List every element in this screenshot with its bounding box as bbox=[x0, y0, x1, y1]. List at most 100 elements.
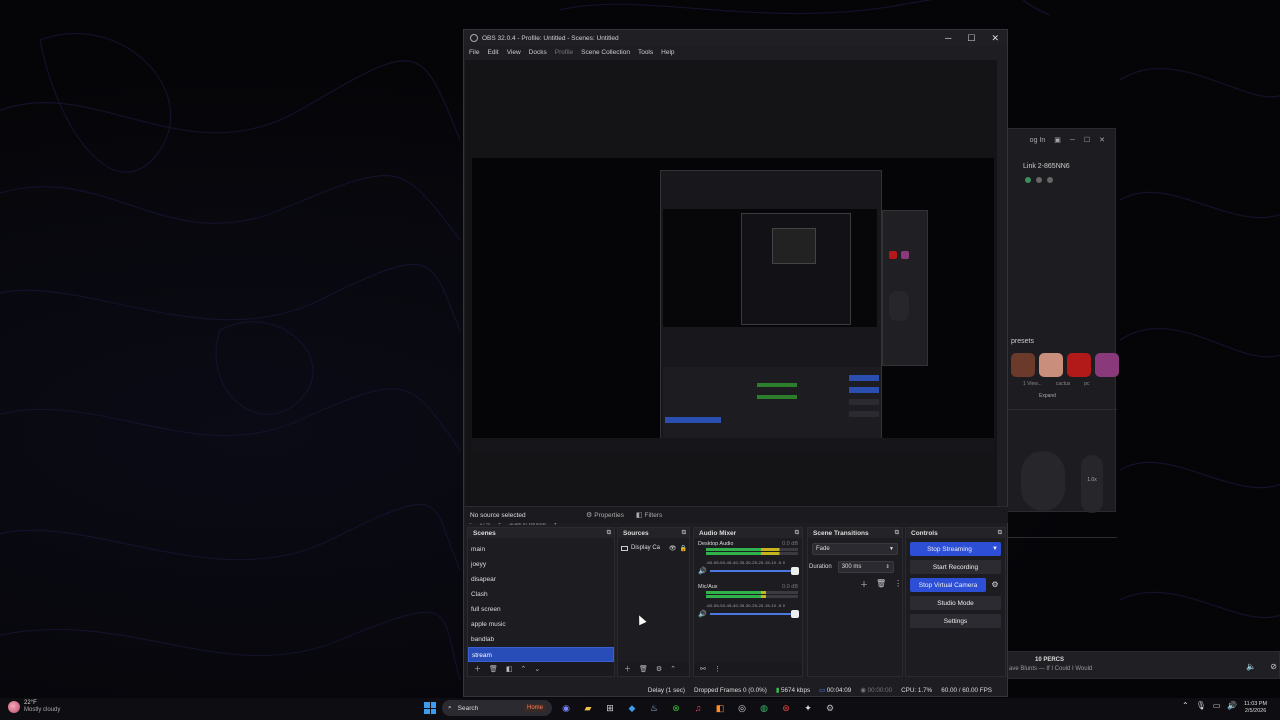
scene-item[interactable]: disapear bbox=[468, 572, 614, 587]
menu-profile[interactable]: Profile bbox=[555, 49, 573, 56]
mic-icon[interactable]: 🎙 bbox=[1196, 701, 1206, 710]
preset-thumb[interactable] bbox=[1011, 353, 1035, 377]
scene-item[interactable]: apple music bbox=[468, 617, 614, 632]
source-status: No source selected bbox=[470, 511, 526, 519]
home-badge[interactable]: Home bbox=[523, 704, 546, 712]
duration-input[interactable]: 300 ms ⇕ bbox=[837, 561, 894, 573]
link-icon[interactable]: ⚯ bbox=[700, 665, 706, 673]
stop-streaming-button[interactable]: Stop Streaming ▼ bbox=[910, 542, 1001, 556]
menu-tools[interactable]: Tools bbox=[638, 49, 653, 56]
start-icon[interactable] bbox=[424, 702, 436, 714]
chevron-down-icon[interactable]: ▼ bbox=[989, 546, 1001, 552]
properties-button[interactable]: ⚙ Properties bbox=[580, 509, 630, 521]
app-icon[interactable]: ⊞ bbox=[602, 700, 618, 716]
scene-item-active[interactable]: stream bbox=[468, 647, 614, 662]
scene-item[interactable]: bandlab bbox=[468, 632, 614, 647]
chrome-icon[interactable]: ◍ bbox=[756, 700, 772, 716]
program-preview[interactable] bbox=[472, 158, 994, 452]
gear-icon[interactable]: ⚙ bbox=[656, 665, 662, 673]
add-icon[interactable]: ＋ bbox=[624, 664, 631, 674]
trash-icon[interactable]: 🗑 bbox=[489, 665, 498, 673]
clock[interactable]: 11:03 PM 2/5/2026 bbox=[1244, 701, 1267, 715]
filters-button[interactable]: ◧ Filters bbox=[630, 509, 668, 521]
dock-float-icon[interactable]: ⧉ bbox=[682, 530, 686, 537]
music-icon[interactable]: ♫ bbox=[690, 700, 706, 716]
expand-button[interactable]: Expand bbox=[1039, 393, 1056, 399]
preset-thumb[interactable] bbox=[1067, 353, 1091, 377]
maximize-icon[interactable]: ☐ bbox=[967, 33, 975, 44]
obs-window[interactable]: OBS 32.0.4 - Profile: Untitled - Scenes:… bbox=[463, 29, 1008, 697]
maximize-icon[interactable]: ☐ bbox=[1084, 136, 1090, 144]
trash-icon[interactable]: 🗑 bbox=[639, 665, 648, 673]
app-icon[interactable]: ◧ bbox=[712, 700, 728, 716]
scene-item[interactable]: Clash bbox=[468, 587, 614, 602]
delay-status: Delay (1 sec) bbox=[647, 686, 686, 694]
volume-icon[interactable]: 🔈 bbox=[1246, 662, 1256, 671]
volume-slider[interactable] bbox=[709, 610, 799, 618]
media-notification[interactable]: 10 PERCS ave Blunts — If I Could I Would… bbox=[1004, 651, 1280, 679]
preview-area[interactable]: − 27% + Scale to Window ▾ bbox=[465, 60, 997, 527]
taskbar-search[interactable]: ⌕ Search Home bbox=[442, 700, 552, 716]
xbox-icon[interactable]: ⊗ bbox=[668, 700, 684, 716]
directional-pad[interactable] bbox=[1021, 451, 1065, 511]
phone-link-login[interactable]: og In bbox=[1030, 137, 1046, 144]
move-up-icon[interactable]: ⌃ bbox=[670, 665, 676, 673]
menu-edit[interactable]: Edit bbox=[487, 49, 498, 56]
visibility-icon[interactable]: 👁 bbox=[669, 545, 677, 552]
add-icon[interactable]: ＋ bbox=[474, 664, 481, 674]
stop-virtual-camera-button[interactable]: Stop Virtual Camera bbox=[910, 578, 986, 592]
move-up-icon[interactable]: ⌃ bbox=[521, 665, 527, 673]
chevron-up-icon[interactable]: ⌃ bbox=[1182, 701, 1189, 710]
settings-icon[interactable]: ⚙ bbox=[822, 700, 838, 716]
source-item[interactable]: Display Ca 👁 🔒 bbox=[618, 542, 689, 554]
app-icon[interactable]: ✦ bbox=[800, 700, 816, 716]
gear-icon[interactable]: ⚙ bbox=[989, 579, 1001, 591]
menu-file[interactable]: File bbox=[469, 49, 479, 56]
phone-link-window[interactable]: og In ▣ ─ ☐ ✕ Link 2-865NN6 presets 1 Vi… bbox=[1004, 128, 1119, 538]
volume-icon[interactable]: 🔊 bbox=[1227, 701, 1237, 710]
menu-help[interactable]: Help bbox=[661, 49, 674, 56]
move-down-icon[interactable]: ⌄ bbox=[534, 665, 540, 673]
settings-button[interactable]: Settings bbox=[910, 614, 1001, 628]
minimize-icon[interactable]: ─ bbox=[1070, 137, 1075, 144]
close-icon[interactable]: ✕ bbox=[1099, 136, 1105, 144]
weather-widget[interactable]: 22°F Mostly cloudy bbox=[8, 700, 60, 714]
preset-thumb[interactable] bbox=[1039, 353, 1063, 377]
dock-float-icon[interactable]: ⧉ bbox=[607, 530, 611, 537]
more-icon[interactable]: ⋮ bbox=[894, 579, 902, 590]
settings-icon[interactable]: ▣ bbox=[1054, 136, 1061, 144]
menu-view[interactable]: View bbox=[507, 49, 521, 56]
menu-docks[interactable]: Docks bbox=[529, 49, 547, 56]
store-icon[interactable]: ◆ bbox=[624, 700, 640, 716]
dock-float-icon[interactable]: ⧉ bbox=[795, 530, 799, 537]
volume-slider[interactable] bbox=[709, 567, 799, 575]
start-recording-button[interactable]: Start Recording bbox=[910, 560, 1001, 574]
obs-icon[interactable]: ◎ bbox=[734, 700, 750, 716]
zoom-control[interactable]: 1.0x bbox=[1081, 455, 1103, 513]
display-icon[interactable]: ▭ bbox=[1213, 701, 1221, 710]
dock-float-icon[interactable]: ⧉ bbox=[998, 530, 1002, 537]
scene-item[interactable]: full screen bbox=[468, 602, 614, 617]
transition-select[interactable]: Fade ▼ bbox=[812, 543, 898, 555]
speaker-icon[interactable]: 🔊 bbox=[698, 610, 707, 618]
filter-icon[interactable]: ◧ bbox=[506, 665, 513, 673]
stepper-icon[interactable]: ⇕ bbox=[885, 564, 889, 570]
preset-thumb[interactable] bbox=[1095, 353, 1119, 377]
studio-mode-button[interactable]: Studio Mode bbox=[910, 596, 1001, 610]
file-explorer-icon[interactable]: ▰ bbox=[580, 700, 596, 716]
dock-float-icon[interactable]: ⧉ bbox=[895, 530, 899, 537]
lock-icon[interactable]: 🔒 bbox=[680, 545, 687, 552]
add-icon[interactable]: ＋ bbox=[860, 579, 868, 590]
scene-item[interactable]: main bbox=[468, 542, 614, 557]
app-icon[interactable]: ⊛ bbox=[778, 700, 794, 716]
more-icon[interactable]: ⋮ bbox=[714, 665, 721, 673]
menu-scene-collection[interactable]: Scene Collection bbox=[581, 49, 630, 56]
scene-item[interactable]: joeyy bbox=[468, 557, 614, 572]
steam-icon[interactable]: ♨ bbox=[646, 700, 662, 716]
minimize-icon[interactable]: ─ bbox=[945, 33, 951, 44]
discord-icon[interactable]: ◉ bbox=[558, 700, 574, 716]
close-icon[interactable]: ✕ bbox=[991, 33, 999, 44]
trash-icon[interactable]: 🗑 bbox=[876, 579, 886, 590]
stop-icon[interactable]: ⊘ bbox=[1270, 662, 1277, 671]
speaker-icon[interactable]: 🔊 bbox=[698, 567, 707, 575]
